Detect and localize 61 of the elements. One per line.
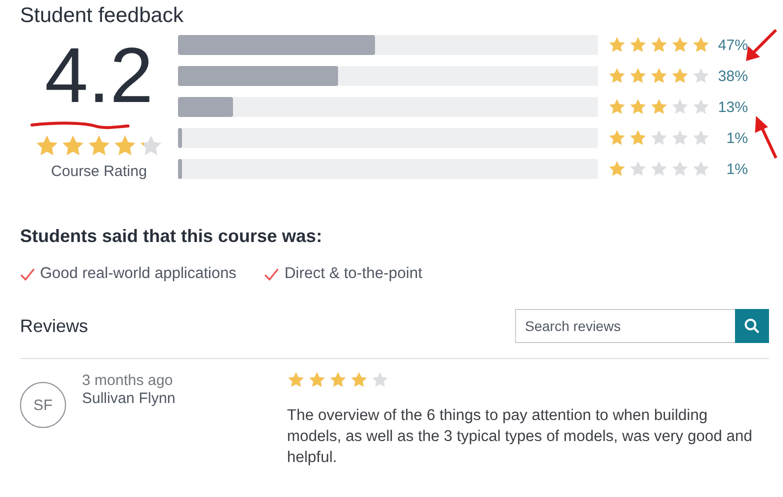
star-icon (87, 134, 111, 158)
rating-label: Course Rating (51, 163, 147, 180)
star-icon (608, 36, 626, 54)
search-icon (744, 318, 760, 334)
star-icon (650, 160, 668, 178)
avatar: SF (20, 382, 66, 428)
percentage-link[interactable]: 1% (710, 130, 748, 146)
search-field[interactable]: Search reviews (515, 309, 735, 343)
star-icon (371, 371, 389, 389)
percentage-link[interactable]: 1% (710, 160, 748, 178)
star-icon (608, 160, 626, 178)
star-icon (629, 129, 647, 147)
star-icon (671, 36, 689, 54)
section-title: Student feedback (20, 4, 184, 28)
star-icon (650, 67, 668, 85)
star-icon (113, 134, 137, 158)
reviewer-name: Sullivan Flynn (82, 390, 176, 407)
star-icon (692, 129, 710, 147)
star-icon (35, 134, 59, 158)
star-icon (692, 67, 710, 85)
section-heading: Students said that this course was: (20, 226, 324, 247)
star-icon (650, 98, 668, 116)
star-icon (671, 98, 689, 116)
rating-bar[interactable] (178, 66, 598, 86)
rating-value: 4.2 (44, 34, 154, 116)
search-button[interactable] (735, 309, 769, 343)
percentage-link[interactable]: 13% (710, 98, 748, 116)
review-text: The overview of the 6 things to pay attention to when building models, as well as the 3 typical types of models, was very good and helpful. (287, 406, 754, 468)
star-icon (650, 36, 668, 54)
percentage-link[interactable]: 47% (710, 36, 748, 54)
star-icon (671, 67, 689, 85)
check-icon (264, 268, 280, 280)
star-icon (139, 134, 163, 158)
star-icon (608, 129, 626, 147)
star-icon (629, 67, 647, 85)
star-icon (650, 129, 668, 147)
star-icon (629, 160, 647, 178)
percentage-link[interactable]: 38% (710, 68, 748, 84)
reviews-heading: Reviews (20, 316, 88, 336)
star-icon (692, 160, 710, 178)
star-icon (671, 129, 689, 147)
star-icon (308, 371, 326, 389)
review-time: 3 months ago (82, 372, 174, 389)
star-icon (608, 98, 626, 116)
star-icon (629, 98, 647, 116)
attribute-text: Good real-world applications (40, 265, 236, 283)
attribute-text: Direct & to-the-point (284, 265, 422, 283)
star-icon (692, 36, 710, 54)
rating-bar[interactable] (178, 35, 598, 55)
check-icon (20, 268, 35, 280)
annotation-arrow (755, 116, 778, 159)
annotation-arrow (746, 28, 778, 61)
star-icon (608, 67, 626, 85)
star-icon (350, 371, 368, 389)
star-icon (287, 371, 305, 389)
star-icon (329, 371, 347, 389)
star-icon (671, 160, 689, 178)
star-icon (629, 36, 647, 54)
star-icon (61, 134, 85, 158)
rating-bar[interactable] (178, 97, 598, 117)
star-icon (692, 98, 710, 116)
